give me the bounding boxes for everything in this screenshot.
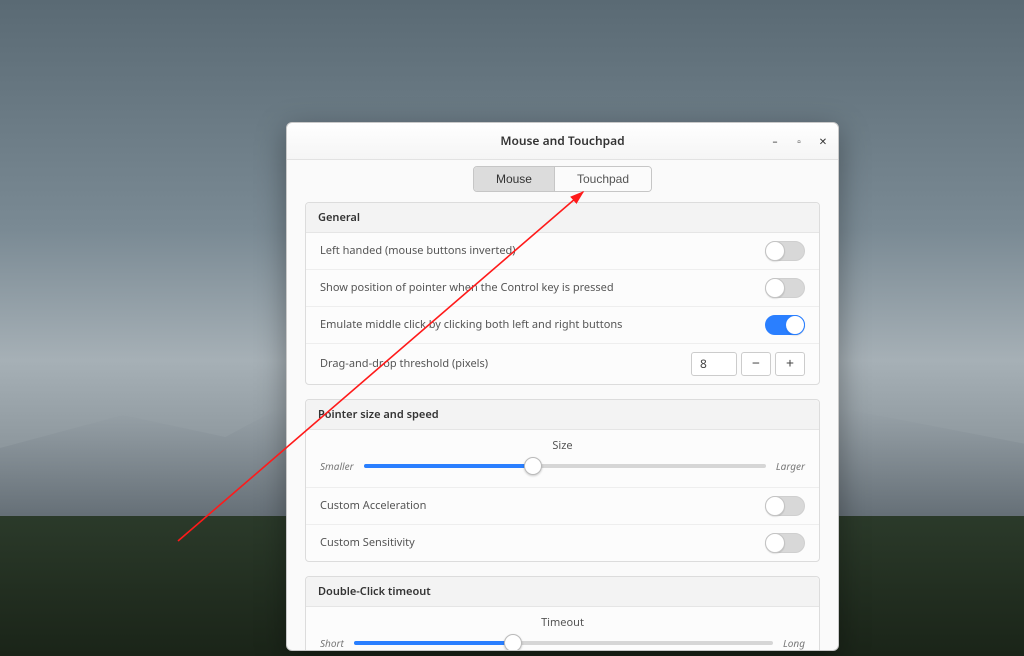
doubleclick-timeout-label: Timeout — [320, 615, 805, 630]
window-title: Mouse and Touchpad — [500, 132, 624, 149]
drag-threshold-value[interactable]: 8 — [691, 352, 737, 376]
row-show-pointer: Show position of pointer when the Contro… — [306, 270, 819, 307]
doubleclick-timeout-block: Timeout Short Long — [306, 607, 819, 650]
doubleclick-timeout-fill — [354, 641, 513, 645]
drag-threshold-label: Drag-and-drop threshold (pixels) — [320, 356, 488, 371]
pointer-size-right: Larger — [776, 459, 805, 473]
minimize-icon[interactable]: – — [770, 136, 780, 146]
row-custom-accel: Custom Acceleration — [306, 488, 819, 525]
section-doubleclick-header: Double-Click timeout — [306, 577, 819, 607]
content-area: General Left handed (mouse buttons inver… — [287, 202, 838, 650]
left-handed-label: Left handed (mouse buttons inverted) — [320, 243, 516, 258]
section-doubleclick: Double-Click timeout Timeout Short Long … — [305, 576, 820, 650]
pointer-size-label: Size — [320, 438, 805, 453]
maximize-icon[interactable]: ▫ — [794, 136, 804, 146]
custom-accel-toggle[interactable] — [765, 496, 805, 516]
pointer-size-fill — [364, 464, 533, 468]
doubleclick-timeout-thumb[interactable] — [504, 634, 522, 650]
custom-sens-toggle[interactable] — [765, 533, 805, 553]
pointer-size-thumb[interactable] — [524, 457, 542, 475]
row-left-handed: Left handed (mouse buttons inverted) — [306, 233, 819, 270]
doubleclick-timeout-slider[interactable] — [354, 641, 773, 645]
close-icon[interactable]: ✕ — [818, 136, 828, 146]
row-emulate-middle: Emulate middle click by clicking both le… — [306, 307, 819, 344]
row-custom-sens: Custom Sensitivity — [306, 525, 819, 561]
pointer-size-slider[interactable] — [364, 464, 766, 468]
row-drag-threshold: Drag-and-drop threshold (pixels) 8 − + — [306, 344, 819, 384]
segmented-control: Mouse Touchpad — [473, 166, 652, 192]
section-general-header: General — [306, 203, 819, 233]
emulate-middle-label: Emulate middle click by clicking both le… — [320, 317, 622, 332]
custom-sens-label: Custom Sensitivity — [320, 535, 415, 550]
pointer-size-left: Smaller — [320, 459, 354, 473]
pointer-size-block: Size Smaller Larger — [306, 430, 819, 488]
tab-touchpad[interactable]: Touchpad — [554, 167, 651, 191]
emulate-middle-toggle[interactable] — [765, 315, 805, 335]
tab-mouse[interactable]: Mouse — [474, 167, 554, 191]
window-controls: – ▫ ✕ — [770, 123, 828, 159]
show-pointer-toggle[interactable] — [765, 278, 805, 298]
drag-threshold-stepper: 8 − + — [691, 352, 805, 376]
tab-switcher: Mouse Touchpad — [287, 160, 838, 202]
drag-threshold-decrement[interactable]: − — [741, 352, 771, 376]
doubleclick-timeout-right: Long — [783, 636, 805, 650]
left-handed-toggle[interactable] — [765, 241, 805, 261]
titlebar: Mouse and Touchpad – ▫ ✕ — [287, 123, 838, 160]
custom-accel-label: Custom Acceleration — [320, 498, 426, 513]
drag-threshold-increment[interactable]: + — [775, 352, 805, 376]
show-pointer-label: Show position of pointer when the Contro… — [320, 280, 614, 295]
section-pointer: Pointer size and speed Size Smaller Larg… — [305, 399, 820, 562]
section-general: General Left handed (mouse buttons inver… — [305, 202, 820, 385]
doubleclick-timeout-left: Short — [320, 636, 344, 650]
settings-window: Mouse and Touchpad – ▫ ✕ Mouse Touchpad … — [286, 122, 839, 651]
section-pointer-header: Pointer size and speed — [306, 400, 819, 430]
